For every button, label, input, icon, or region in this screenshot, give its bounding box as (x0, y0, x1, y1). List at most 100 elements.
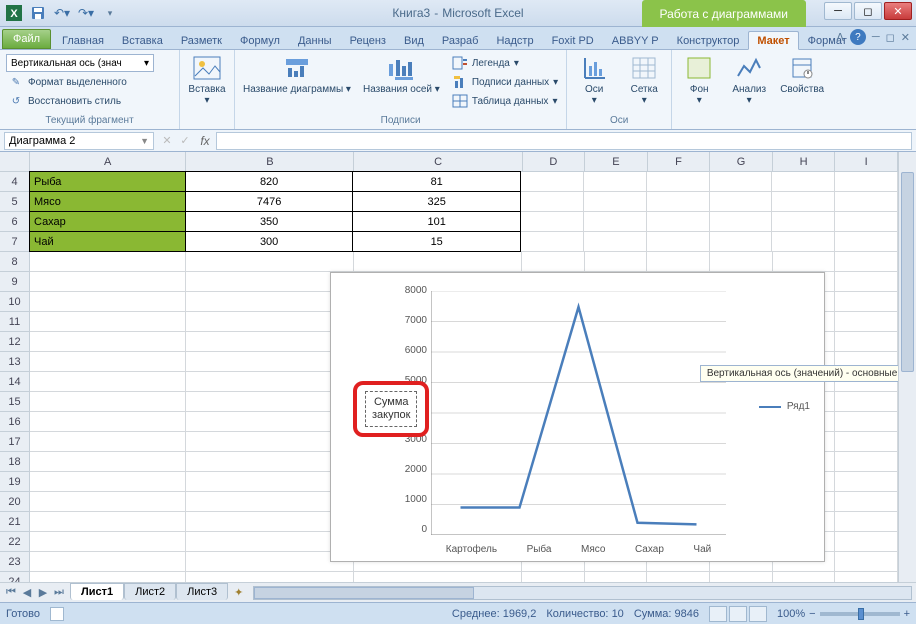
cell[interactable] (772, 232, 835, 252)
sheet-prev-icon[interactable]: ◀ (20, 586, 34, 599)
cell[interactable]: 820 (185, 171, 354, 192)
row-header[interactable]: 22 (0, 532, 30, 552)
cell[interactable] (835, 432, 898, 452)
row-header[interactable]: 15 (0, 392, 30, 412)
row-header[interactable]: 4 (0, 172, 30, 192)
zoom-out-button[interactable]: − (809, 608, 815, 620)
cell[interactable] (186, 412, 354, 432)
cell[interactable] (647, 212, 710, 232)
cell[interactable] (585, 252, 648, 272)
cell[interactable] (710, 232, 773, 252)
row-header[interactable]: 11 (0, 312, 30, 332)
cell[interactable] (186, 332, 354, 352)
cell[interactable] (186, 312, 354, 332)
row-header[interactable]: 6 (0, 212, 30, 232)
cell[interactable] (30, 312, 186, 332)
cell[interactable] (647, 252, 710, 272)
cell[interactable]: 350 (185, 211, 354, 232)
formula-input[interactable] (216, 132, 912, 150)
cell[interactable] (521, 192, 584, 212)
cell[interactable] (30, 452, 186, 472)
cell[interactable]: 7476 (185, 191, 354, 212)
cell[interactable] (186, 492, 354, 512)
cell[interactable] (186, 252, 354, 272)
mdi-minimize-icon[interactable]: ─ (872, 31, 880, 43)
cell[interactable] (30, 412, 186, 432)
legend-button[interactable]: Легенда ▾ (450, 54, 560, 72)
cell[interactable] (30, 472, 186, 492)
view-switcher[interactable] (709, 606, 767, 622)
cell[interactable] (835, 292, 898, 312)
cell[interactable] (30, 292, 186, 312)
cell[interactable] (186, 472, 354, 492)
mdi-close-icon[interactable]: ✕ (901, 31, 910, 44)
chart-object[interactable]: 800070006000500040003000200010000 Картоф… (330, 272, 825, 562)
cell[interactable] (186, 272, 354, 292)
cell[interactable] (773, 252, 836, 272)
cell[interactable] (835, 492, 898, 512)
cell[interactable] (835, 392, 898, 412)
reset-style-button[interactable]: ↺ Восстановить стиль (6, 92, 173, 110)
tab-layout[interactable]: Разметк (172, 31, 231, 49)
cell[interactable] (835, 272, 898, 292)
cell[interactable] (835, 332, 898, 352)
redo-icon[interactable]: ↷▾ (76, 3, 96, 23)
tab-data[interactable]: Данны (289, 31, 341, 49)
cell[interactable] (522, 252, 585, 272)
worksheet-grid[interactable]: ABCDEFGHI 456789101112131415161718192021… (0, 152, 916, 582)
cell[interactable] (30, 532, 186, 552)
cell[interactable] (710, 192, 773, 212)
cell[interactable] (773, 572, 836, 582)
col-header[interactable]: A (30, 152, 186, 171)
tab-insert[interactable]: Вставка (113, 31, 172, 49)
cell[interactable] (772, 172, 835, 192)
cell[interactable] (30, 572, 186, 582)
cell[interactable]: Мясо (29, 191, 186, 212)
tab-developer[interactable]: Разраб (433, 31, 488, 49)
zoom-in-button[interactable]: + (904, 608, 910, 620)
sheet-tab-2[interactable]: Лист2 (124, 583, 176, 600)
cell[interactable] (835, 472, 898, 492)
col-header[interactable]: F (648, 152, 711, 171)
col-header[interactable]: H (773, 152, 836, 171)
cell[interactable] (835, 192, 898, 212)
row-header[interactable]: 16 (0, 412, 30, 432)
plot-area[interactable] (431, 291, 726, 535)
sheet-tab-1[interactable]: Лист1 (70, 583, 124, 600)
cell[interactable] (30, 352, 186, 372)
axis-title-selected[interactable]: Суммазакупок (353, 381, 429, 437)
sheet-last-icon[interactable]: ⏭ (52, 586, 66, 599)
accept-formula-icon[interactable]: ✓ (176, 134, 194, 147)
excel-icon[interactable]: X (4, 3, 24, 23)
cell[interactable] (186, 572, 354, 582)
help-icon[interactable]: ? (850, 29, 866, 45)
select-all-corner[interactable] (0, 152, 30, 172)
cell[interactable] (30, 552, 186, 572)
qat-customize-icon[interactable]: ▾ (100, 3, 120, 23)
cell[interactable] (710, 172, 773, 192)
column-headers[interactable]: ABCDEFGHI (30, 152, 898, 172)
insert-button[interactable]: Вставка▾ (184, 52, 230, 108)
cell[interactable] (835, 452, 898, 472)
cell[interactable] (772, 212, 835, 232)
mdi-restore-icon[interactable]: ◻ (886, 31, 895, 44)
row-header[interactable]: 9 (0, 272, 30, 292)
row-header[interactable]: 12 (0, 332, 30, 352)
undo-icon[interactable]: ↶▾ (52, 3, 72, 23)
tab-view[interactable]: Вид (395, 31, 433, 49)
cell[interactable] (647, 192, 710, 212)
cell[interactable] (30, 492, 186, 512)
zoom-level[interactable]: 100% (777, 608, 805, 620)
cell[interactable] (647, 172, 710, 192)
cell[interactable] (835, 252, 898, 272)
cell[interactable]: Сахар (29, 211, 186, 232)
cell[interactable] (772, 192, 835, 212)
cell[interactable] (710, 252, 773, 272)
cell[interactable] (186, 352, 354, 372)
cell[interactable] (30, 512, 186, 532)
row-header[interactable]: 18 (0, 452, 30, 472)
tab-addins[interactable]: Надстр (487, 31, 542, 49)
cell[interactable] (584, 172, 647, 192)
cell[interactable] (521, 212, 584, 232)
gridlines-button[interactable]: Сетка▾ (621, 52, 667, 108)
